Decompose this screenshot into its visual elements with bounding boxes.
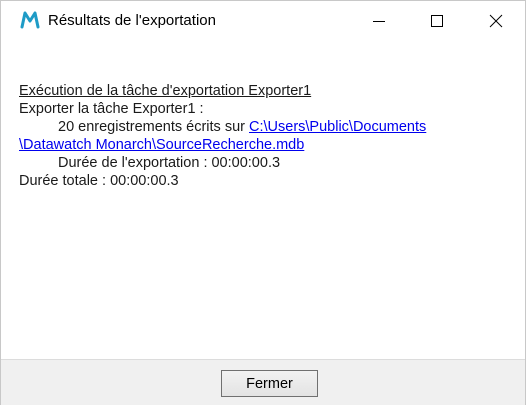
log-path-continuation: \Datawatch Monarch\SourceRecherche.mdb — [19, 136, 519, 154]
close-window-button[interactable] — [473, 1, 519, 41]
log-export-duration: Durée de l'exportation : 00:00:00.3 — [58, 155, 281, 171]
export-results-dialog: Résultats de l'exportation Exécution de … — [0, 0, 526, 405]
records-text: 20 enregistrements écrits sur — [58, 119, 249, 135]
close-icon — [489, 14, 503, 28]
results-content: Exécution de la tâche d'exportation Expo… — [1, 41, 525, 359]
monarch-m-icon — [20, 10, 40, 30]
maximize-button[interactable] — [414, 1, 460, 41]
minimize-icon — [373, 21, 385, 22]
log-records-line: 20 enregistrements écrits sur C:\Users\P… — [19, 118, 519, 136]
window-title: Résultats de l'exportation — [48, 12, 216, 29]
title-bar[interactable]: Résultats de l'exportation — [1, 1, 525, 41]
log-heading: Exécution de la tâche d'exportation Expo… — [19, 83, 312, 99]
maximize-icon — [431, 15, 443, 27]
log-total-duration: Durée totale : 00:00:00.3 — [19, 173, 179, 189]
minimize-button[interactable] — [356, 1, 402, 41]
dialog-footer: Fermer — [1, 359, 525, 405]
export-log: Exécution de la tâche d'exportation Expo… — [19, 82, 519, 190]
output-path-link[interactable]: C:\Users\Public\Documents — [249, 119, 426, 135]
close-button[interactable]: Fermer — [221, 370, 318, 397]
log-task-line: Exporter la tâche Exporter1 : — [19, 101, 204, 117]
output-path-link-continued[interactable]: \Datawatch Monarch\SourceRecherche.mdb — [19, 137, 304, 153]
